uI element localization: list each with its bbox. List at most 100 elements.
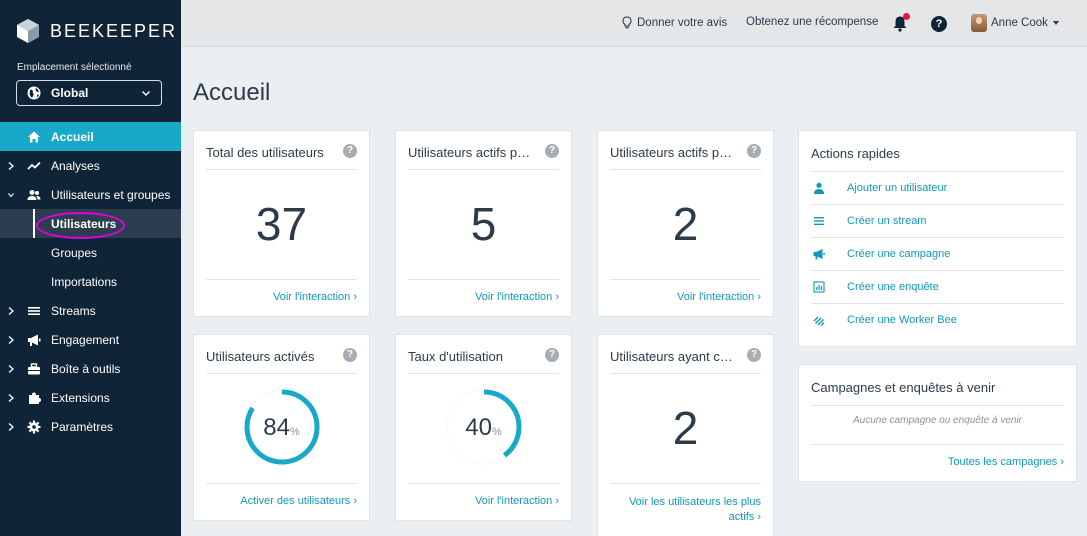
create-survey-action[interactable]: Créer une enquête — [811, 270, 1064, 303]
nav-item-settings[interactable]: Paramètres — [0, 412, 181, 441]
nav-label: Extensions — [51, 390, 110, 405]
quick-actions-panel: Actions rapides Ajouter un utilisateur C… — [798, 130, 1077, 347]
caret-right-icon — [8, 306, 14, 315]
all-campaigns-link[interactable]: Toutes les campagnes › — [948, 456, 1064, 468]
view-interaction-link[interactable]: Voir l'interaction › — [677, 291, 761, 303]
action-label: Créer un stream — [847, 215, 927, 227]
divider — [206, 373, 357, 374]
caret-right-icon — [8, 422, 14, 431]
divider — [610, 373, 761, 374]
help-icon[interactable]: ? — [931, 16, 947, 32]
lightbulb-icon — [622, 16, 632, 29]
help-icon[interactable]: ? — [545, 348, 559, 362]
card-title: Total des utilisateurs — [206, 145, 324, 160]
workerbee-icon — [813, 316, 825, 326]
user-menu[interactable]: Anne Cook — [971, 14, 1059, 32]
nav-item-home[interactable]: Accueil — [0, 122, 181, 151]
notification-dot — [903, 13, 910, 20]
main-nav: Accueil Analyses Utilisateurs et groupes… — [0, 122, 181, 441]
nav-item-users-groups[interactable]: Utilisateurs et groupes — [0, 180, 181, 209]
caret-right-icon — [8, 161, 14, 170]
beekeeper-logo-icon — [17, 19, 39, 43]
card-title: Utilisateurs actifs pa... — [610, 145, 737, 160]
survey-icon — [813, 281, 825, 293]
divider — [408, 169, 559, 170]
nav-item-groups[interactable]: Groupes — [0, 238, 181, 267]
nav-label: Groupes — [51, 245, 98, 260]
nav-item-extensions[interactable]: Extensions — [0, 383, 181, 412]
reward-link[interactable]: Obtenez une récompense — [746, 16, 878, 28]
divider — [206, 279, 357, 280]
link-line: Voir les utilisateurs les plus — [628, 496, 761, 508]
help-icon[interactable]: ? — [747, 348, 761, 362]
nav-item-toolbox[interactable]: Boîte à outils — [0, 354, 181, 383]
nav-label: Utilisateurs — [51, 216, 117, 231]
megaphone-icon — [28, 334, 41, 346]
sidebar: BEEKEEPER Emplacement sélectionné Global… — [0, 0, 181, 536]
create-stream-action[interactable]: Créer un stream — [811, 204, 1064, 237]
campaigns-panel: Campagnes et enquêtes à venir Aucune cam… — [798, 364, 1077, 482]
nav-item-analytics[interactable]: Analyses — [0, 151, 181, 180]
user-name: Anne Cook — [991, 17, 1048, 29]
most-active-users-link[interactable]: Voir les utilisateurs les plus actifs › — [629, 495, 761, 525]
user-icon — [814, 182, 824, 194]
divider — [610, 279, 761, 280]
panel-title: Actions rapides — [811, 146, 900, 161]
activate-users-link[interactable]: Activer des utilisateurs › — [240, 495, 357, 507]
nav-label: Accueil — [51, 129, 94, 144]
location-value: Global — [51, 86, 89, 100]
caret-right-icon — [8, 393, 14, 402]
nav-item-streams[interactable]: Streams — [0, 296, 181, 325]
avatar — [971, 14, 987, 32]
caret-right-icon — [8, 335, 14, 344]
brand[interactable]: BEEKEEPER — [0, 0, 181, 62]
feedback-link[interactable]: Donner votre avis — [622, 16, 727, 29]
card-active-users-2: Utilisateurs actifs pa... ? 2 Voir l'int… — [597, 130, 774, 317]
card-total-users: Total des utilisateurs ? 37 Voir l'inter… — [193, 130, 370, 317]
chevron-down-icon — [142, 91, 150, 96]
analytics-icon — [27, 161, 41, 170]
location-select[interactable]: Global — [16, 80, 162, 106]
nav-label: Streams — [51, 303, 96, 318]
nav-item-users[interactable]: Utilisateurs — [0, 209, 181, 238]
card-title: Utilisateurs ayant co... — [610, 349, 737, 364]
add-user-action[interactable]: Ajouter un utilisateur — [811, 171, 1064, 204]
help-icon[interactable]: ? — [747, 144, 761, 158]
card-activated-users: Utilisateurs activés ? 84% Activer des u… — [193, 334, 370, 521]
ring-value: 40% — [465, 414, 502, 441]
view-interaction-link[interactable]: Voir l'interaction › — [475, 291, 559, 303]
action-label: Ajouter un utilisateur — [847, 182, 948, 194]
create-worker-bee-action[interactable]: Créer une Worker Bee — [811, 303, 1064, 336]
nav-indent-bar — [33, 209, 35, 238]
divider — [610, 483, 761, 484]
help-icon[interactable]: ? — [343, 348, 357, 362]
location-label: Emplacement sélectionné — [17, 62, 132, 73]
feedback-label: Donner votre avis — [637, 16, 728, 29]
divider — [811, 405, 1064, 406]
help-icon[interactable]: ? — [545, 144, 559, 158]
nav-item-engagement[interactable]: Engagement — [0, 325, 181, 354]
ring-value: 84% — [263, 414, 300, 441]
card-title: Utilisateurs activés — [206, 349, 315, 364]
help-icon[interactable]: ? — [343, 144, 357, 158]
action-label: Créer une campagne — [847, 248, 951, 260]
card-title: Utilisateurs actifs pa... — [408, 145, 535, 160]
nav-label: Paramètres — [51, 419, 114, 434]
toolbox-icon — [28, 362, 40, 374]
nav-label: Utilisateurs et groupes — [51, 187, 171, 202]
link-line: actifs › — [728, 511, 761, 523]
gear-icon — [27, 420, 41, 433]
metric-value: 37 — [255, 198, 308, 250]
empty-state-text: Aucune campagne ou enquête à venir — [852, 415, 1022, 426]
home-icon — [28, 131, 40, 142]
panel-title: Campagnes et enquêtes à venir — [811, 380, 996, 395]
stream-icon — [814, 217, 824, 225]
card-title: Taux d'utilisation — [408, 349, 503, 364]
view-interaction-link[interactable]: Voir l'interaction › — [273, 291, 357, 303]
create-campaign-action[interactable]: Créer une campagne — [811, 237, 1064, 270]
divider — [206, 169, 357, 170]
view-interaction-link[interactable]: Voir l'interaction › — [475, 495, 559, 507]
brand-name: BEEKEEPER — [50, 20, 178, 41]
nav-item-imports[interactable]: Importations — [0, 267, 181, 296]
metric-value: 2 — [672, 198, 699, 250]
